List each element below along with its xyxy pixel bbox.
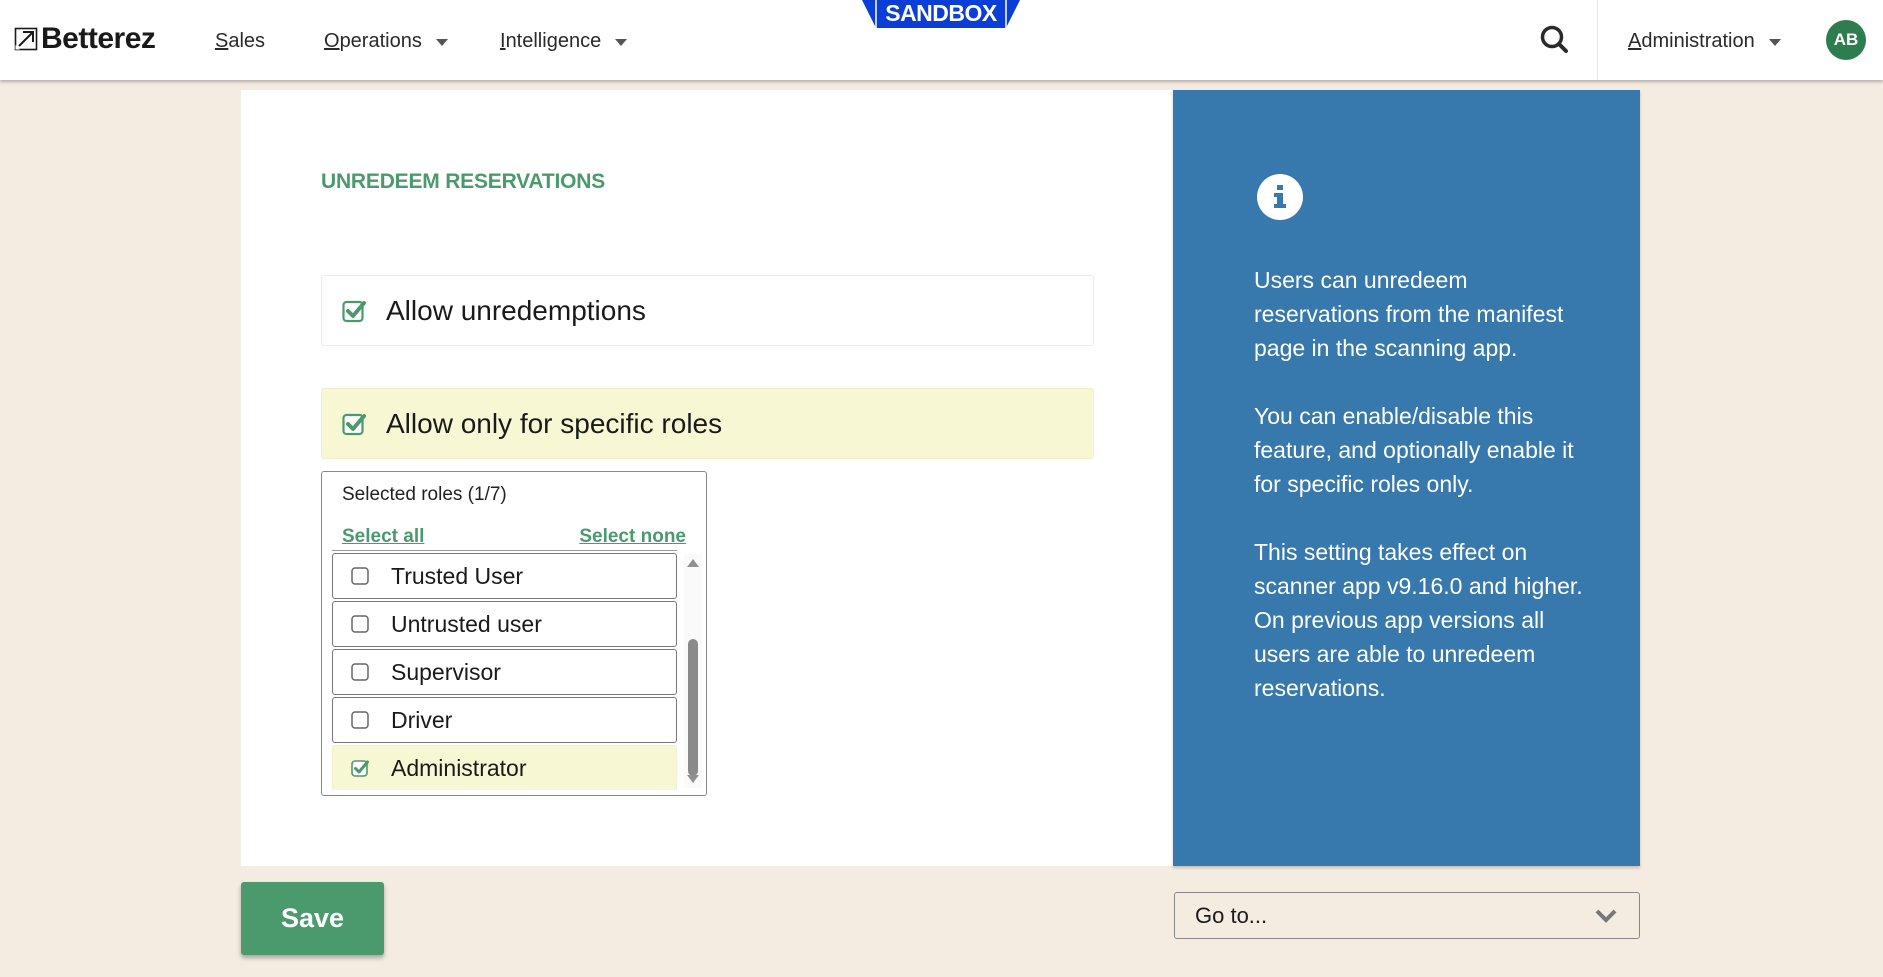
goto-select[interactable]: Go to... [1174,892,1640,939]
role-label: Driver [391,706,453,733]
user-avatar[interactable]: AB [1826,20,1866,60]
roles-scrollbar[interactable] [684,554,702,788]
checkbox-unchecked-icon[interactable] [351,615,369,633]
chevron-down-icon [1595,909,1617,923]
checkbox-unchecked-icon[interactable] [351,663,369,681]
checkbox-unchecked-icon[interactable] [351,567,369,585]
selected-roles-count: Selected roles (1/7) [342,484,507,505]
nav-administration-label: dministration [1641,29,1755,52]
role-label: Administrator [391,754,527,781]
sandbox-label: SANDBOX [885,0,997,26]
nav-sales-mnemonic: S [215,29,229,52]
logo-arrow-icon [14,27,38,51]
nav-operations[interactable]: Operations [324,26,448,56]
allow-unredemptions-option[interactable]: Allow unredemptions [321,275,1094,346]
nav-sales[interactable]: Sales [215,26,265,56]
logo-text: Betterez [41,22,156,55]
top-nav-bar: Betterez Sales Operations Intelligence S… [0,0,1883,80]
role-item-untrusted-user[interactable]: Untrusted user [332,601,677,647]
scrollbar-thumb[interactable] [688,639,698,776]
info-paragraph: You can enable/disable this feature, and… [1254,403,1574,497]
checkbox-checked-icon[interactable] [342,299,366,323]
section-title: UNREDEEM RESERVATIONS [321,170,606,193]
role-label: Supervisor [391,658,501,685]
scroll-up-arrow-icon[interactable] [687,559,699,567]
save-button[interactable]: Save [241,882,384,955]
chevron-down-icon [1768,38,1781,46]
role-item-administrator[interactable]: Administrator [332,745,677,790]
info-paragraph: This setting takes effect on scanner app… [1254,539,1583,701]
nav-operations-label: perations [339,29,422,52]
checkbox-unchecked-icon[interactable] [351,711,369,729]
select-none-link[interactable]: Select none [579,526,686,548]
info-description: Users can unredeem reservations from the… [1254,263,1584,739]
allow-unredemptions-label: Allow unredemptions [386,294,646,326]
search-icon [1540,25,1568,53]
role-item-supervisor[interactable]: Supervisor [332,649,677,695]
nav-operations-mnemonic: O [324,29,340,52]
chevron-down-icon [615,38,628,46]
checkbox-checked-icon[interactable] [351,759,369,777]
allow-specific-roles-label: Allow only for specific roles [386,407,723,439]
nav-administration[interactable]: Administration [1628,26,1781,56]
settings-panel: UNREDEEM RESERVATIONS Allow unredemption… [241,90,1173,866]
role-item-driver[interactable]: Driver [332,697,677,743]
logo[interactable]: Betterez [14,22,156,56]
scroll-down-arrow-icon[interactable] [687,775,699,783]
info-paragraph: Users can unredeem reservations from the… [1254,267,1564,361]
goto-select-value: Go to... [1195,902,1268,928]
allow-specific-roles-option[interactable]: Allow only for specific roles [321,388,1094,459]
sandbox-badge: SANDBOX [862,0,1020,28]
roles-list: Trusted User Untrusted user Supervisor D… [332,550,677,790]
chevron-down-icon [435,38,448,46]
info-panel: Users can unredeem reservations from the… [1173,90,1640,866]
roles-selector: Selected roles (1/7) Select all Select n… [321,471,707,796]
role-item-trusted-user[interactable]: Trusted User [332,553,677,599]
role-label: Untrusted user [391,610,542,637]
role-label: Trusted User [391,562,524,589]
nav-sales-label: ales [228,29,266,52]
nav-intelligence-label: ntelligence [505,29,602,52]
header-divider [1597,0,1598,80]
checkbox-checked-icon[interactable] [342,412,366,436]
nav-administration-mnemonic: A [1628,29,1642,52]
search-button[interactable] [1537,22,1573,58]
nav-intelligence[interactable]: Intelligence [500,26,628,56]
select-all-link[interactable]: Select all [342,526,424,548]
info-icon [1257,174,1303,220]
